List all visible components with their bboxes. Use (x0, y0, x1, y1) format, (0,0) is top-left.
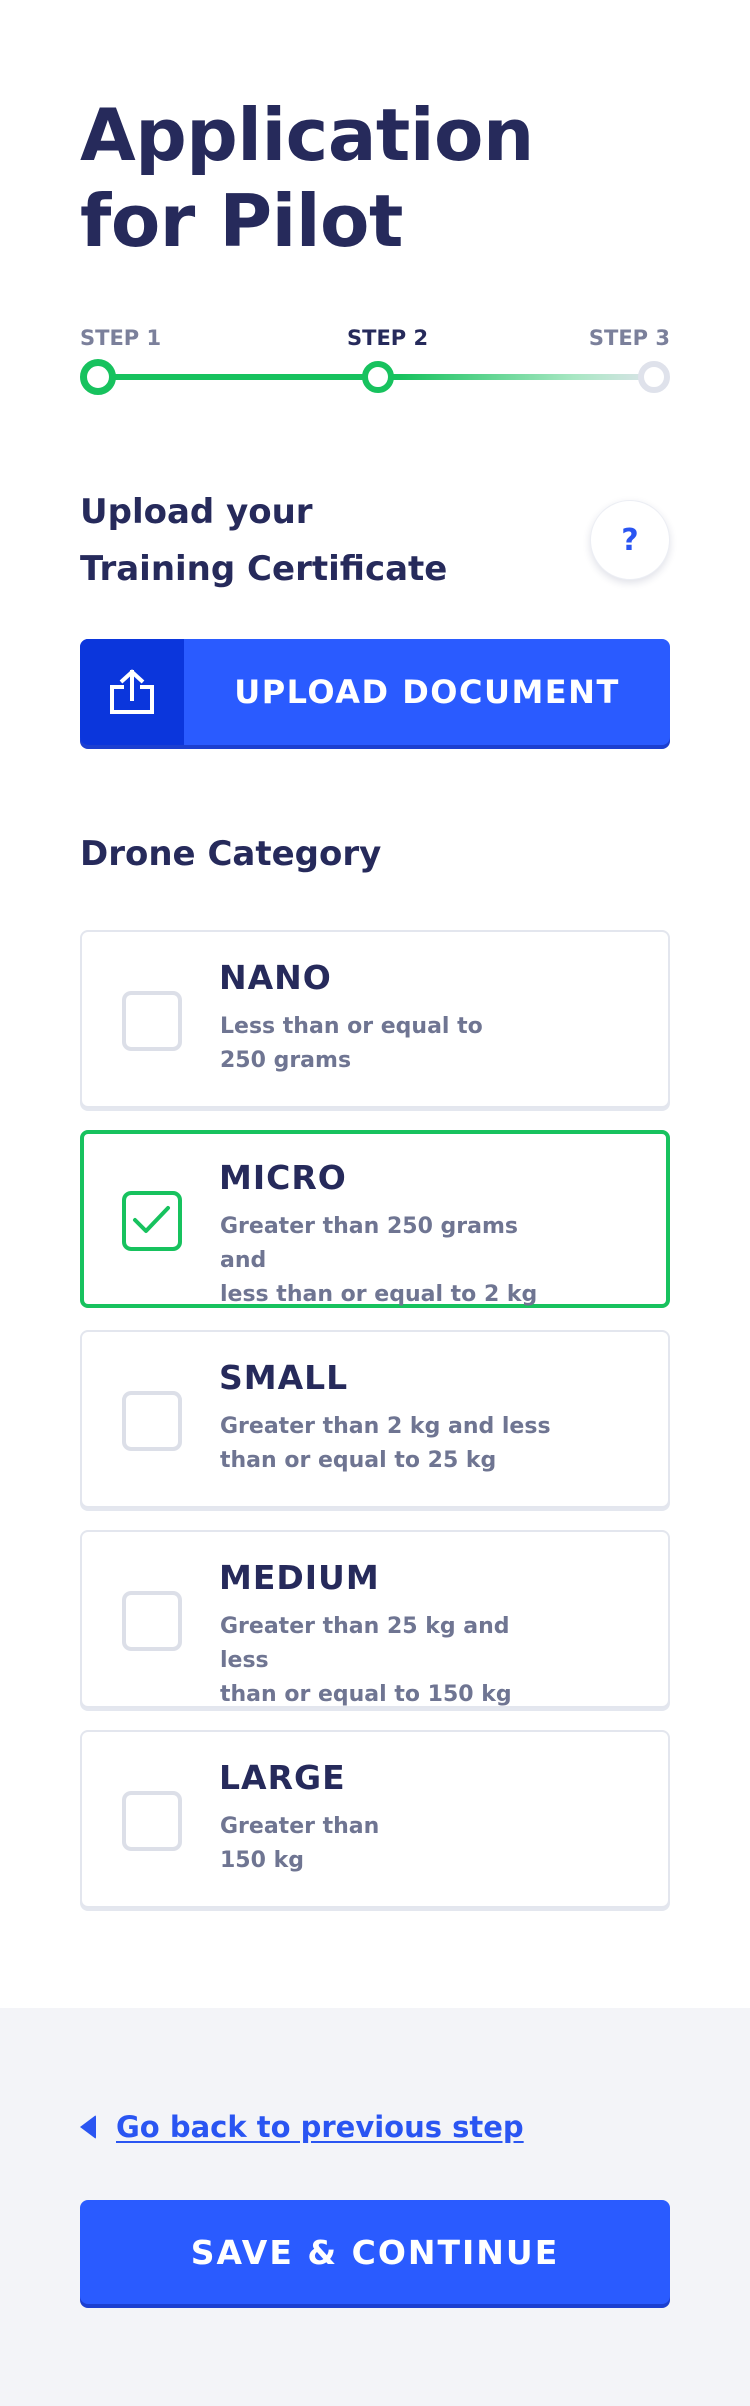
help-icon: ? (621, 522, 639, 558)
medium-desc-line1: Greater than 25 kg and less (220, 1614, 510, 1673)
page-title-line2: for Pilot (80, 179, 403, 263)
medium-desc-line2: than or equal to 150 kg (220, 1682, 512, 1707)
nano-title: NANO (219, 958, 332, 997)
help-button[interactable]: ? (590, 500, 670, 580)
step-3-label: STEP 3 (588, 326, 670, 350)
step-2-dot (362, 361, 394, 393)
small-desc-line2: than or equal to 25 kg (220, 1448, 497, 1473)
progress-stepper: STEP 1 STEP 2 STEP 3 (80, 326, 670, 406)
category-option-small[interactable]: SMALL Greater than 2 kg and less than or… (80, 1330, 670, 1508)
micro-title: MICRO (219, 1158, 347, 1197)
step-1-dot (80, 359, 116, 395)
large-title: LARGE (219, 1758, 346, 1797)
upload-heading-line1: Upload your (80, 492, 313, 532)
upload-document-label: UPLOAD DOCUMENT (234, 673, 620, 711)
small-title: SMALL (219, 1358, 349, 1397)
go-back-link[interactable]: Go back to previous step (80, 2110, 524, 2144)
drone-category-title: Drone Category (80, 834, 382, 874)
step-3-dot (638, 361, 670, 393)
small-desc-line1: Greater than 2 kg and less (220, 1414, 551, 1439)
category-option-large[interactable]: LARGE Greater than 150 kg (80, 1730, 670, 1908)
medium-checkbox[interactable] (122, 1591, 182, 1651)
nano-desc-line2: 250 grams (220, 1048, 352, 1073)
upload-heading: Upload your Training Certificate (80, 484, 480, 598)
medium-title: MEDIUM (219, 1558, 380, 1597)
medium-description: Greater than 25 kg and less than or equa… (220, 1610, 560, 1712)
page-title: Application for Pilot (80, 92, 640, 264)
micro-description: Greater than 250 grams and less than or … (220, 1210, 560, 1312)
large-desc-line2: 150 kg (220, 1848, 304, 1873)
nano-checkbox[interactable] (122, 991, 182, 1051)
save-continue-button[interactable]: SAVE & CONTINUE (80, 2200, 670, 2304)
upload-heading-line2: Training Certificate (80, 549, 448, 589)
large-checkbox[interactable] (122, 1791, 182, 1851)
footer-actions: Go back to previous step SAVE & CONTINUE (0, 2008, 750, 2406)
go-back-label: Go back to previous step (116, 2110, 524, 2144)
large-desc-line1: Greater than (220, 1814, 380, 1839)
upload-icon (80, 639, 184, 745)
step-2-label: STEP 2 (347, 326, 429, 350)
step-1-label: STEP 1 (80, 326, 162, 350)
application-page: Application for Pilot STEP 1 STEP 2 STEP… (0, 0, 750, 2406)
category-option-nano[interactable]: NANO Less than or equal to 250 grams (80, 930, 670, 1108)
micro-checkbox[interactable] (122, 1191, 182, 1251)
micro-desc-line2: less than or equal to 2 kg (220, 1282, 538, 1307)
small-checkbox[interactable] (122, 1391, 182, 1451)
back-arrow-icon (80, 2115, 96, 2139)
nano-desc-line1: Less than or equal to (220, 1014, 483, 1039)
category-option-micro[interactable]: MICRO Greater than 250 grams and less th… (80, 1130, 670, 1308)
large-description: Greater than 150 kg (220, 1810, 560, 1878)
page-title-line1: Application (80, 93, 534, 177)
micro-desc-line1: Greater than 250 grams and (220, 1214, 519, 1273)
upload-document-button[interactable]: UPLOAD DOCUMENT (80, 639, 670, 745)
nano-description: Less than or equal to 250 grams (220, 1010, 560, 1078)
category-option-medium[interactable]: MEDIUM Greater than 25 kg and less than … (80, 1530, 670, 1708)
checkmark-icon (133, 1206, 170, 1233)
small-description: Greater than 2 kg and less than or equal… (220, 1410, 560, 1478)
